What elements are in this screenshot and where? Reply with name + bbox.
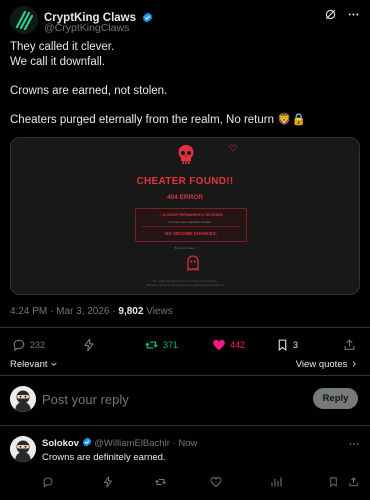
post-paragraph: Cheaters purged eternally from the realm… [10,113,360,128]
comment-lightning-icon[interactable] [102,475,114,493]
comment-views-icon[interactable] [270,475,282,493]
divider [0,327,370,328]
media-subtitle: 404 ERROR [166,194,204,201]
post-header: CryptKing Claws @CryptKingClaws [10,6,360,36]
comment-retweet-icon[interactable] [154,475,167,493]
comment-author-handle[interactable]: @WilliamElBachir [94,438,170,449]
sort-label: Relevant [10,359,48,370]
reply-count: 232 [30,340,46,350]
heart-outline-icon [229,144,237,152]
reply-input[interactable] [42,389,282,409]
like-count: 442 [230,340,246,350]
comment-heart-icon[interactable] [210,475,222,493]
comment-share-icon[interactable] [348,475,359,493]
author-avatar[interactable] [10,6,38,34]
retweet-icon [145,341,158,349]
comment-author-name[interactable]: Solokov [42,438,79,449]
views-label: Views [143,306,173,317]
post-paragraph: Crowns are earned, not stolen. [10,84,360,99]
warning-note: NO SECOND CHANCES. [164,231,217,236]
warning-title: ⚠ ACCESS PERMANENTLY REVOKED [158,213,224,217]
post-timestamp[interactable]: 4:24 PM · Mar 3, 2026 · [10,306,118,317]
chevron-down-icon [51,362,57,366]
grok-icon[interactable] [324,8,337,26]
views-count: 9,802 [118,306,144,317]
skull-icon [178,145,194,164]
bookmark-icon [278,339,287,351]
share-icon [344,339,355,350]
post-text: They called it clever. We call it downfa… [10,40,360,142]
share-button[interactable] [343,338,356,352]
comment-avatar[interactable] [10,436,36,462]
post-action-bar: 232 371 442 3 [12,338,358,354]
warning-box: ⚠ ACCESS PERMANENTLY REVOKED You have be… [135,208,247,242]
more-options-icon[interactable] [347,8,360,26]
media-title: CHEATER FOUND!! [136,176,234,187]
composer-avatar[interactable] [10,386,36,412]
post-line: They called it clever. [10,41,115,53]
verified-badge-icon [82,437,91,447]
post-line: Crowns are earned, not stolen. [10,84,168,97]
view-quotes-label: View quotes [295,359,348,370]
reply-icon [13,339,25,352]
lightning-icon [84,338,94,352]
media-footer: The realm has been cleansed. Justice is … [11,279,359,287]
warning-divider [142,226,240,227]
post-meta: 4:24 PM · Mar 3, 2026 · 9,802 Views [10,306,173,317]
divider [0,375,370,376]
retweet-button[interactable]: 371 [144,338,178,352]
chevron-right-icon [352,361,356,367]
claw-logo-icon [10,6,38,34]
media-handle: ♞ Noxx Drakes [174,246,196,250]
author-handle[interactable]: @CryptKingClaws [44,22,129,34]
post-line: We call it downfall. [10,55,106,68]
ghost-icon [187,255,199,271]
warning-subtext: You have been identified cheater ... [167,220,215,224]
post-media-image[interactable]: CHEATER FOUND!! 404 ERROR ⚠ ACCESS PERMA… [10,137,360,295]
verified-badge-icon [143,12,153,23]
comment-header: Solokov @WilliamElBachir · Now [42,437,197,449]
comment-time[interactable]: Now [178,438,197,449]
comment-text: Crowns are definitely earned. [42,452,166,463]
bookmark-button[interactable]: 3 [276,338,298,352]
bookmark-count: 3 [293,340,299,350]
ninja-avatar-icon [10,386,36,412]
comment-reply-icon[interactable] [42,475,54,493]
like-button[interactable]: 442 [212,338,245,352]
media-footer-line: Fairness is enforced. Every last one is … [145,283,225,287]
post-line: Cheaters purged eternally from the realm… [10,113,306,126]
retweet-count: 371 [163,340,179,350]
reply-submit-button[interactable]: Reply [313,388,358,409]
heart-filled-icon [213,339,225,351]
comment-action-bar [42,475,360,489]
reply-button[interactable]: 232 [12,338,45,352]
comment-more-options-icon[interactable] [348,437,360,455]
divider [0,425,370,426]
view-quotes-link[interactable]: View quotes [296,359,358,370]
header-actions [324,8,360,26]
sort-relevant-dropdown[interactable]: Relevant [10,359,58,370]
ninja-avatar-icon [10,436,36,462]
boost-button[interactable] [82,338,96,352]
post-paragraph: They called it clever. We call it downfa… [10,40,360,69]
comment-bookmark-icon[interactable] [328,475,339,493]
